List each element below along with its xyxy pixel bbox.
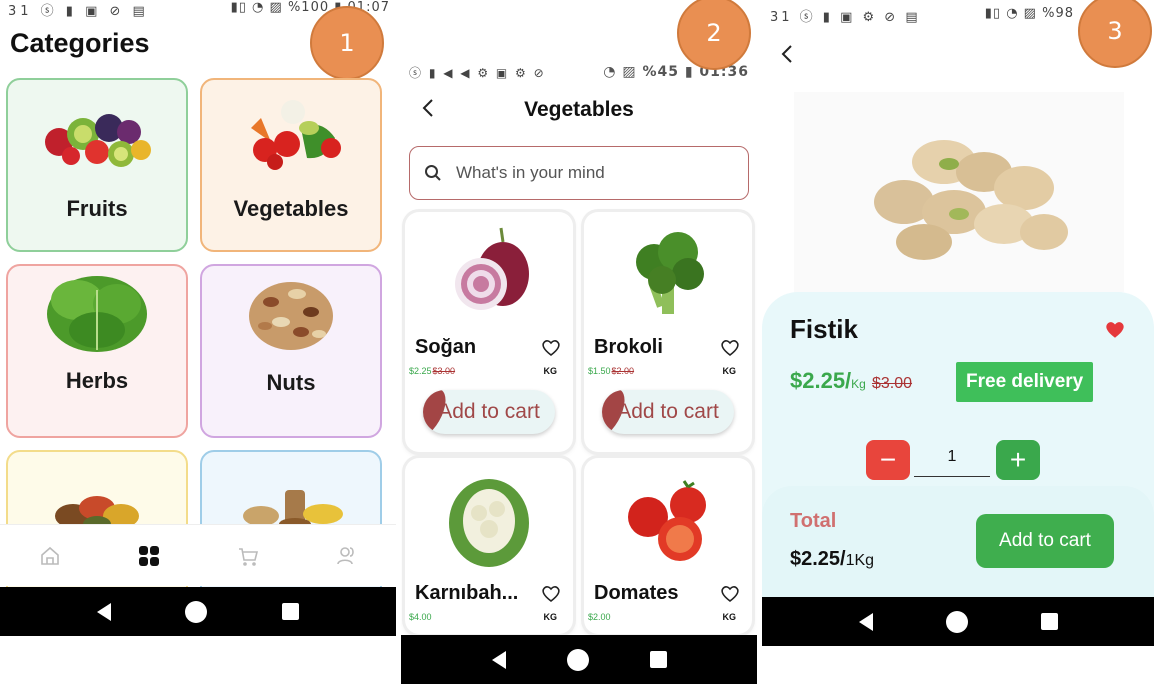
category-label: Fruits [66, 196, 128, 221]
nuts-image [231, 276, 351, 356]
vegetables-image [231, 98, 351, 170]
product-name: Fistik [790, 314, 858, 344]
vegetables-screen: ⓢ ▮ ◀ ◀ ⚙ ▣ ⚙ ⊘ ◔ ▨ %45 ▮ 01:36 2 Vegeta… [401, 0, 757, 684]
favorite-heart-icon[interactable] [541, 585, 561, 608]
system-back-icon[interactable] [97, 602, 112, 621]
product-name: Brokoli [594, 336, 663, 358]
total-section: Total $2.25/1Kg Add to cart [762, 486, 1154, 602]
home-icon[interactable] [36, 542, 64, 570]
product-unit: KG [722, 612, 737, 622]
system-home-icon[interactable] [185, 600, 208, 623]
product-card-domates[interactable]: Domates $2.00 KG [584, 458, 752, 634]
step-badge: 1 [310, 6, 384, 80]
product-card-karnibahar[interactable]: Karnıbah... $4.00 KG [405, 458, 573, 634]
status-icons-left: 31 ⓢ ▮ ▣ ⚙ ⊘ ▤ [770, 10, 921, 25]
system-recents-icon[interactable] [649, 651, 667, 668]
category-card-nuts[interactable]: Nuts [200, 264, 382, 438]
cauliflower-image [405, 458, 573, 578]
bottom-navigation [0, 524, 396, 586]
users-icon[interactable] [333, 542, 361, 570]
search-placeholder: What's in your mind [456, 163, 605, 182]
product-price: $2.00 [588, 612, 611, 622]
product-card-brokoli[interactable]: Brokoli $1.50$2.00 KG Add to cart [584, 212, 752, 452]
product-unit: KG [722, 366, 737, 376]
old-price: $3.00 [432, 366, 456, 376]
product-price: $2.25/Kg $3.00 [790, 368, 913, 393]
product-unit: KG [543, 612, 558, 622]
status-icons-left: 31 ⓢ ▮ ▣ ⊘ ▤ [8, 4, 149, 19]
back-button[interactable] [780, 44, 794, 70]
cart-icon[interactable] [234, 542, 262, 570]
system-navigation-bar [762, 597, 1154, 646]
product-name: Domates [594, 582, 679, 604]
favorite-heart-icon[interactable] [720, 585, 740, 608]
decrease-quantity-button[interactable]: − [866, 440, 910, 480]
total-label: Total [790, 510, 837, 532]
onion-image [405, 212, 573, 332]
product-detail-panel: Fistik $2.25/Kg $3.00 Free delivery − 1 … [762, 292, 1154, 602]
quantity-stepper: − 1 + [866, 440, 1040, 484]
broccoli-image [584, 212, 752, 332]
search-icon [425, 165, 441, 181]
search-input[interactable]: What's in your mind [409, 146, 749, 200]
categories-screen: 31 ⓢ ▮ ▣ ⊘ ▤ ▮▯ ◔ ▨ %100 ▮ 01:07 1 Categ… [0, 0, 396, 684]
status-icons-right: ▮▯ ◔ ▨ %98 [984, 6, 1074, 21]
old-price: $3.00 [871, 375, 913, 392]
product-detail-screen: 31 ⓢ ▮ ▣ ⚙ ⊘ ▤ ▮▯ ◔ ▨ %98 3 Fistik $2.25… [762, 0, 1154, 684]
category-card-herbs[interactable]: Herbs [6, 264, 188, 438]
system-back-icon[interactable] [491, 650, 506, 669]
system-home-icon[interactable] [945, 610, 968, 633]
product-hero-image [794, 92, 1124, 292]
product-price: $1.50$2.00 [588, 366, 635, 376]
total-value: $2.25/1Kg [790, 548, 875, 570]
category-label: Herbs [65, 368, 129, 393]
system-back-icon[interactable] [858, 612, 873, 631]
favorite-heart-icon[interactable] [720, 339, 740, 362]
system-recents-icon[interactable] [281, 603, 299, 620]
category-label: Nuts [266, 370, 316, 395]
product-name: Karnıbah... [415, 582, 519, 604]
product-name: Soğan [415, 336, 477, 358]
product-card-sogan[interactable]: Soğan $2.25$3.00 KG Add to cart [405, 212, 573, 452]
increase-quantity-button[interactable]: + [996, 440, 1040, 480]
product-price: $4.00 [409, 612, 432, 622]
category-card-fruits[interactable]: Fruits [6, 78, 188, 252]
system-navigation-bar [0, 587, 396, 636]
herbs-image [37, 270, 157, 356]
favorite-heart-icon[interactable] [541, 339, 561, 362]
add-to-cart-button[interactable]: Add to cart [976, 514, 1114, 568]
add-to-cart-button[interactable]: Add to cart [423, 390, 555, 434]
tomato-image [584, 458, 752, 578]
quantity-value: 1 [914, 448, 990, 477]
old-price: $2.00 [611, 366, 635, 376]
price-unit: Kg [851, 377, 866, 391]
status-icons-left: ⓢ ▮ ◀ ◀ ⚙ ▣ ⚙ ⊘ [409, 66, 546, 80]
product-unit: KG [543, 366, 558, 376]
free-delivery-badge: Free delivery [956, 362, 1094, 402]
page-title: Vegetables [524, 98, 634, 121]
product-price: $2.25$3.00 [409, 366, 456, 376]
grid-icon[interactable] [135, 542, 163, 570]
category-label: Vegetables [233, 196, 349, 221]
step-badge: 2 [677, 0, 751, 70]
fruits-image [37, 98, 157, 170]
page-title: Categories [10, 28, 150, 58]
step-badge: 3 [1078, 0, 1152, 68]
system-recents-icon[interactable] [1040, 613, 1058, 630]
category-card-vegetables[interactable]: Vegetables [200, 78, 382, 252]
system-navigation-bar [401, 635, 757, 684]
add-to-cart-button[interactable]: Add to cart [602, 390, 734, 434]
system-home-icon[interactable] [566, 648, 589, 671]
favorite-heart-icon[interactable] [1104, 320, 1126, 345]
